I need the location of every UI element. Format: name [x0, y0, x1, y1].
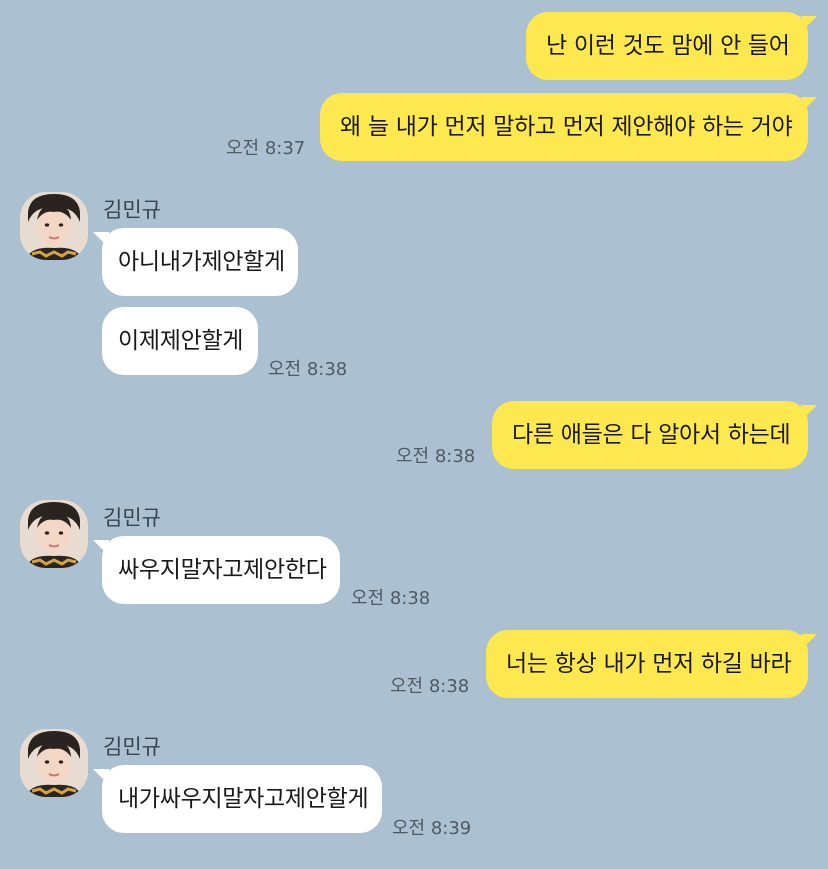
profile-photo-icon [20, 500, 88, 568]
message-text: 왜 늘 내가 먼저 말하고 먼저 제안해야 하는 거야 [340, 114, 793, 140]
message-timestamp: 오전 8:38 [396, 446, 476, 467]
sender-name: 김민규 [103, 198, 161, 222]
message-timestamp: 오전 8:38 [268, 359, 348, 380]
message-text: 아니내가제안할게 [118, 249, 285, 275]
profile-photo-icon [20, 729, 88, 797]
avatar[interactable] [20, 729, 88, 797]
other-message-bubble[interactable]: 내가싸우지말자고제안할게 [93, 765, 382, 833]
my-message-bubble[interactable]: 난 이런 것도 맘에 안 들어 [526, 12, 817, 80]
sender-name: 김민규 [103, 506, 161, 530]
message-text: 이제제안할게 [118, 328, 244, 354]
my-message-bubble[interactable]: 왜 늘 내가 먼저 말하고 먼저 제안해야 하는 거야 [320, 93, 817, 161]
message-text: 내가싸우지말자고제안할게 [118, 786, 369, 812]
message-text: 난 이런 것도 맘에 안 들어 [546, 33, 790, 59]
other-message-bubble[interactable]: 싸우지말자고제안한다 [93, 536, 340, 604]
message-timestamp: 오전 8:39 [392, 818, 472, 839]
message-text: 싸우지말자고제안한다 [118, 557, 327, 583]
my-message-bubble[interactable]: 너는 항상 내가 먼저 하길 바라 [486, 630, 817, 698]
other-message-bubble[interactable]: 아니내가제안할게 [93, 228, 298, 296]
avatar[interactable] [20, 500, 88, 568]
message-timestamp: 오전 8:37 [226, 138, 306, 159]
other-message-bubble[interactable]: 이제제안할게 [102, 307, 258, 375]
message-timestamp: 오전 8:38 [390, 676, 470, 697]
message-text: 너는 항상 내가 먼저 하길 바라 [506, 651, 792, 677]
chat-area[interactable]: 난 이런 것도 맘에 안 들어 왜 늘 내가 먼저 말하고 먼저 제안해야 하는… [0, 0, 828, 869]
message-timestamp: 오전 8:38 [351, 588, 431, 609]
my-message-bubble[interactable]: 다른 애들은 다 알아서 하는데 [492, 401, 817, 469]
avatar[interactable] [20, 192, 88, 260]
profile-photo-icon [20, 192, 88, 260]
sender-name: 김민규 [103, 735, 161, 759]
message-text: 다른 애들은 다 알아서 하는데 [512, 422, 791, 448]
